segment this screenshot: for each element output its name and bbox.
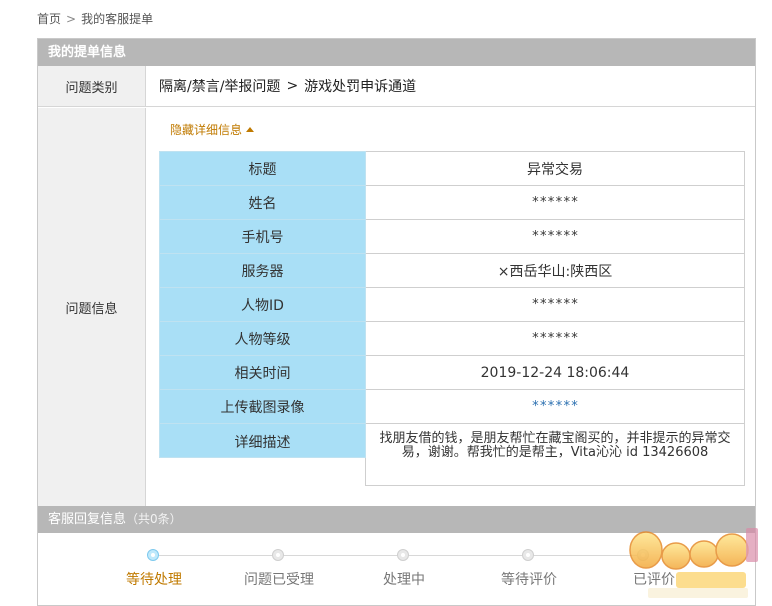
detail-table: 标题 异常交易 姓名 ****** 手机号 ****** 服务器 ×西岳华山:陕西区 人… [159, 151, 745, 486]
category-row: 问题类别 隔离/禁言/举报问题 > 游戏处罚申诉通道 [38, 66, 755, 107]
breadcrumb: 首页 > 我的客服提单 [37, 10, 153, 27]
field-key: 姓名 [159, 185, 366, 220]
field-value: ×西岳华山:陕西区 [365, 253, 745, 288]
step-dot-processing [397, 549, 409, 561]
field-value: ****** [365, 185, 745, 220]
caret-up-icon [246, 127, 255, 132]
step-label-processing: 处理中 [383, 572, 425, 588]
field-key: 标题 [159, 151, 366, 186]
table-row: 上传截图录像 ****** [159, 389, 745, 424]
field-key: 人物ID [159, 287, 366, 322]
step-label-waiting: 等待处理 [126, 572, 182, 588]
spacer-cell [159, 457, 366, 486]
field-value: ****** [365, 287, 745, 322]
field-value: 异常交易 [365, 151, 745, 186]
table-row: 详细描述 找朋友借的钱，是朋友帮忙在藏宝阁买的，并非提示的异常交易，谢谢。帮我忙的… [159, 423, 745, 486]
info-row: 问题信息 隐藏详细信息 标题 异常交易 姓名 ****** 手机号 ****** 服务… [38, 108, 755, 506]
step-dot-await-rating [522, 549, 534, 561]
description-value: 找朋友借的钱，是朋友帮忙在藏宝阁买的，并非提示的异常交易，谢谢。帮我忙的是帮主，… [365, 423, 745, 486]
category-label: 问题类别 [38, 66, 146, 106]
field-key: 服务器 [159, 253, 366, 288]
reply-title: 客服回复信息 [48, 512, 127, 527]
field-key: 详细描述 [159, 423, 366, 458]
table-row: 服务器 ×西岳华山:陕西区 [159, 253, 745, 288]
game-logo-watermark [629, 528, 758, 598]
field-key: 人物等级 [159, 321, 366, 356]
table-row: 相关时间 2019-12-24 18:06:44 [159, 355, 745, 390]
table-row: 手机号 ****** [159, 219, 745, 254]
table-row: 姓名 ****** [159, 185, 745, 220]
category-path: 隔离/禁言/举报问题 [159, 79, 281, 95]
step-label-accepted: 问题已受理 [244, 572, 314, 588]
step-label-await-rating: 等待评价 [501, 572, 557, 588]
table-row: 标题 异常交易 [159, 151, 745, 186]
panel-title: 我的提单信息 [38, 39, 755, 66]
table-row: 人物等级 ****** [159, 321, 745, 356]
attachment-link[interactable]: ****** [365, 389, 745, 424]
category-value: 隔离/禁言/举报问题 > 游戏处罚申诉通道 [159, 66, 416, 106]
hide-details-label: 隐藏详细信息 [170, 123, 243, 137]
reply-count: （共0条） [126, 512, 182, 526]
info-label: 问题信息 [38, 108, 146, 506]
breadcrumb-current: 我的客服提单 [81, 12, 154, 26]
step-dot-waiting [147, 549, 159, 561]
field-value: ****** [365, 321, 745, 356]
category-leaf: 游戏处罚申诉通道 [304, 79, 417, 95]
category-arrow: > [286, 78, 299, 94]
field-value: ****** [365, 219, 745, 254]
hide-details-toggle[interactable]: 隐藏详细信息 [170, 121, 255, 138]
field-value: 2019-12-24 18:06:44 [365, 355, 745, 390]
table-row: 人物ID ****** [159, 287, 745, 322]
field-key: 手机号 [159, 219, 366, 254]
field-key: 相关时间 [159, 355, 366, 390]
step-dot-accepted [272, 549, 284, 561]
breadcrumb-separator: > [66, 12, 77, 26]
breadcrumb-home-link[interactable]: 首页 [37, 12, 61, 26]
field-key: 上传截图录像 [159, 389, 366, 424]
